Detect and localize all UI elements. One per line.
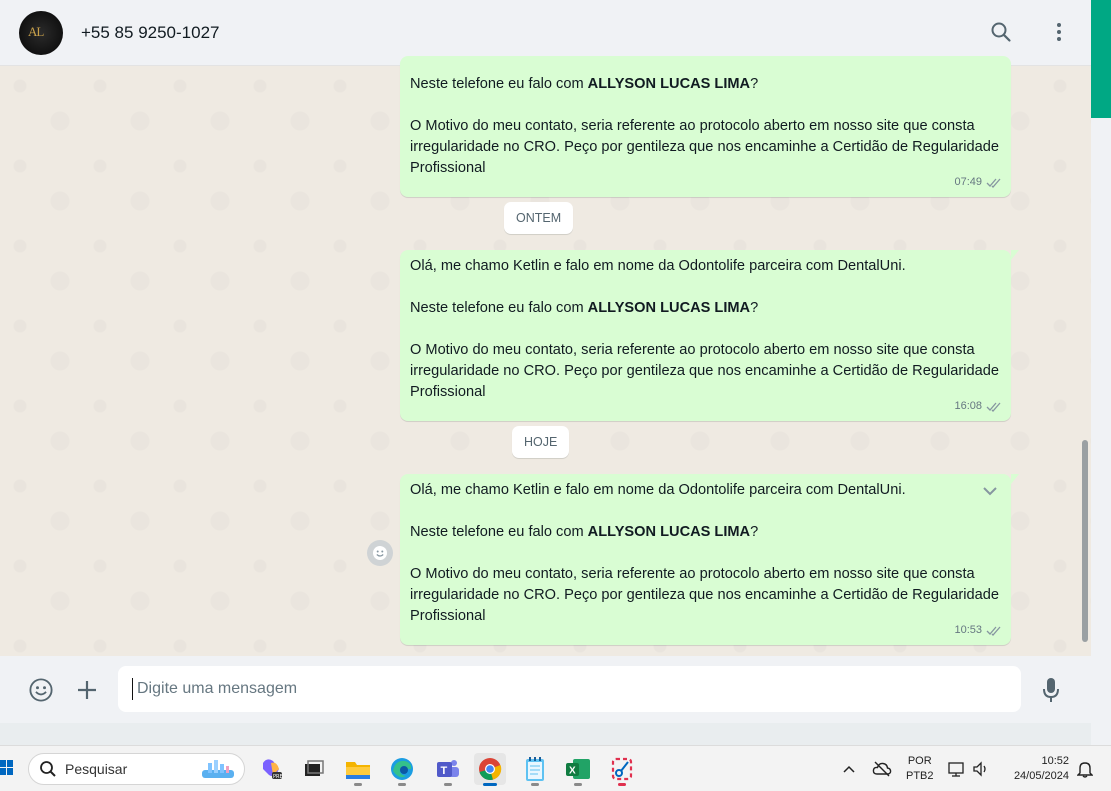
edge-icon[interactable]: [386, 753, 418, 786]
svg-text:T: T: [441, 765, 448, 777]
compose-bar: [0, 656, 1091, 723]
message-paragraph: Olá, me chamo Ketlin e falo em nome da O…: [410, 258, 906, 274]
system-clock[interactable]: 10:52 24/05/2024: [1014, 754, 1069, 784]
message-paragraph: O Motivo do meu contato, seria referente…: [410, 118, 1004, 176]
search-highlight-icon: [202, 760, 234, 778]
notepad-icon[interactable]: [519, 753, 551, 786]
accent-strip: [1091, 0, 1111, 118]
language-code: POR: [907, 755, 932, 767]
bubble-tail: [1011, 474, 1019, 484]
text-caret: [132, 678, 133, 700]
attach-plus-icon[interactable]: [75, 676, 99, 704]
microphone-icon[interactable]: [1039, 676, 1063, 704]
snipping-tool-icon[interactable]: [606, 753, 638, 786]
app-indicator: [398, 783, 406, 786]
message-line: Neste telefone eu falo com ALLYSON LUCAS…: [410, 76, 759, 92]
search-label: Pesquisar: [65, 761, 128, 777]
background-panel-edge: [1091, 0, 1111, 745]
message-paragraph: O Motivo do meu contato, seria referente…: [410, 342, 1004, 400]
app-indicator: [618, 783, 626, 786]
windows-taskbar: Pesquisar PRE T X POR PTB2 10:52 24/05/2…: [0, 745, 1111, 791]
message-input-box[interactable]: [118, 666, 1021, 712]
keyboard-layout: PTB2: [906, 770, 934, 782]
file-explorer-icon[interactable]: [342, 753, 374, 786]
double-check-icon: [986, 178, 1001, 188]
message-time: 10:53: [954, 623, 982, 636]
whatsapp-window: +55 85 9250-1027 Neste telefone eu falo …: [0, 0, 1091, 723]
message-time: 07:49: [954, 175, 982, 188]
message-line: Neste telefone eu falo com ALLYSON LUCAS…: [410, 300, 759, 316]
app-indicator: [354, 783, 362, 786]
bubble-tail: [1011, 250, 1019, 260]
excel-icon[interactable]: X: [562, 753, 594, 786]
volume-icon[interactable]: [972, 746, 990, 791]
search-icon: [40, 761, 56, 777]
scrollbar-thumb[interactable]: [1082, 440, 1088, 642]
teams-icon[interactable]: T: [432, 753, 464, 786]
message-bubble[interactable]: Neste telefone eu falo com ALLYSON LUCAS…: [400, 56, 1011, 197]
task-view-icon[interactable]: [298, 753, 330, 785]
menu-kebab-icon[interactable]: [1047, 18, 1071, 46]
clock-time: 10:52: [1041, 755, 1069, 767]
double-check-icon: [986, 402, 1001, 412]
message-bubble[interactable]: Olá, me chamo Ketlin e falo em nome da O…: [400, 250, 1019, 421]
app-indicator: [444, 783, 452, 786]
message-time: 16:08: [954, 399, 982, 412]
emoji-icon[interactable]: [29, 676, 53, 704]
contact-name[interactable]: +55 85 9250-1027: [81, 23, 220, 43]
app-indicator: [483, 783, 497, 786]
app-indicator: [531, 783, 539, 786]
clock-date: 24/05/2024: [1013, 770, 1069, 782]
emoji-react-icon[interactable]: [367, 540, 393, 566]
chevron-down-icon[interactable]: [981, 482, 999, 500]
notification-bell-icon[interactable]: [1077, 746, 1093, 791]
message-input[interactable]: [137, 680, 1021, 698]
show-hidden-icons-chevron[interactable]: [843, 746, 855, 791]
message-paragraph: O Motivo do meu contato, seria referente…: [410, 566, 1004, 624]
copilot-icon[interactable]: PRE: [255, 753, 287, 785]
taskbar-search[interactable]: Pesquisar: [28, 753, 245, 785]
svg-text:X: X: [569, 766, 576, 777]
chrome-icon[interactable]: [474, 753, 506, 786]
message-line: Neste telefone eu falo com ALLYSON LUCAS…: [410, 524, 759, 540]
windows-start-icon[interactable]: [0, 758, 14, 778]
app-indicator: [574, 783, 582, 786]
input-language-indicator[interactable]: POR PTB2: [906, 754, 934, 784]
message-bubble[interactable]: Olá, me chamo Ketlin e falo em nome da O…: [400, 474, 1019, 645]
double-check-icon: [986, 626, 1001, 636]
cloud-offline-icon[interactable]: [872, 746, 892, 791]
message-paragraph: Olá, me chamo Ketlin e falo em nome da O…: [410, 482, 906, 498]
svg-text:PRE: PRE: [273, 774, 283, 780]
avatar[interactable]: [19, 10, 63, 55]
network-icon[interactable]: [947, 746, 965, 791]
search-icon[interactable]: [989, 18, 1013, 46]
message-list[interactable]: Neste telefone eu falo com ALLYSON LUCAS…: [0, 56, 1091, 656]
date-divider: ONTEM: [504, 202, 574, 234]
date-divider: HOJE: [512, 426, 570, 458]
